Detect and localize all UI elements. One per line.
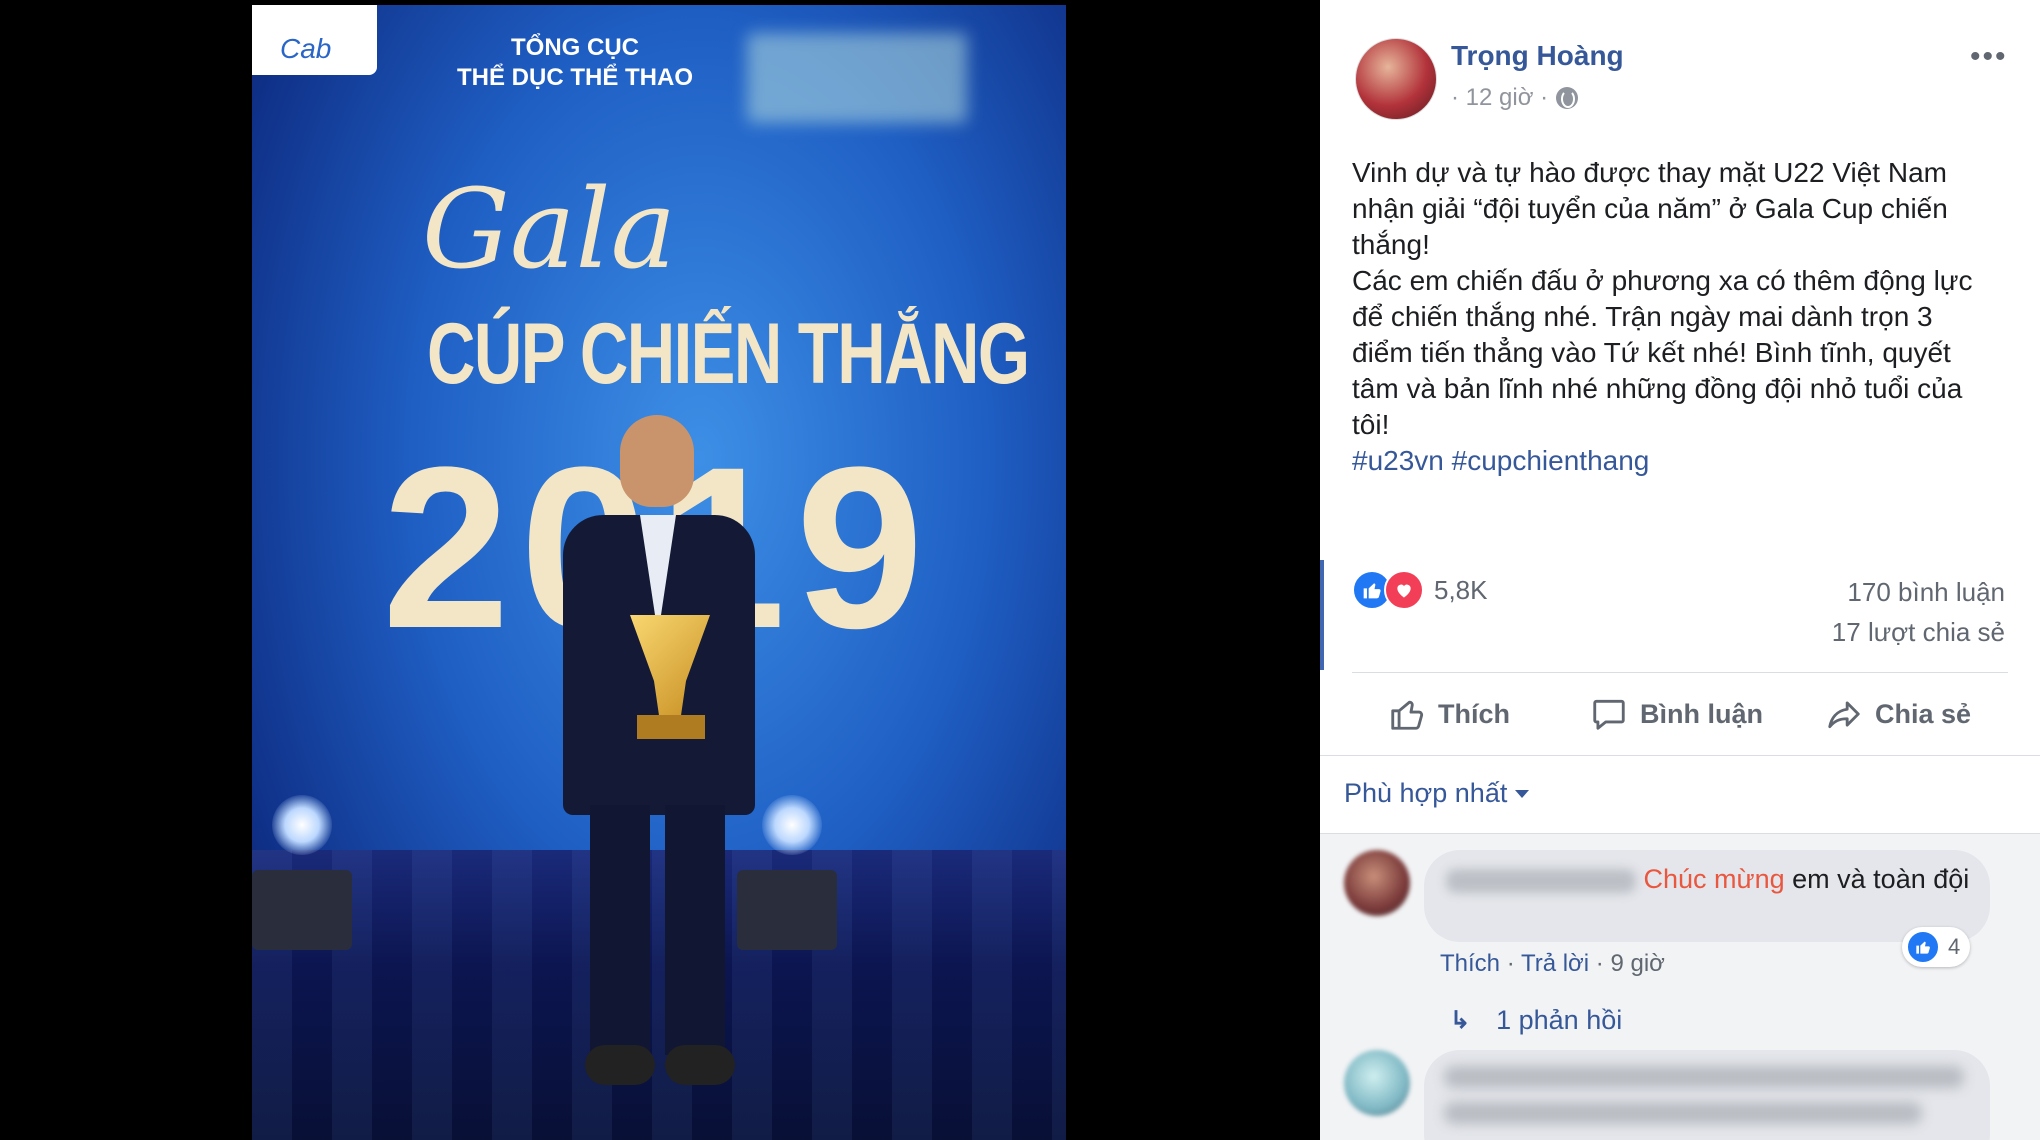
blurred-line xyxy=(1444,1066,1964,1088)
blurred-comment xyxy=(1444,1066,1964,1138)
stats-divider xyxy=(1352,672,2008,673)
author-name[interactable]: Trọng Hoàng xyxy=(1451,40,1624,72)
comment-bubble-2 xyxy=(1424,1050,1990,1140)
spotlight-left xyxy=(272,795,332,855)
post-body: Vinh dự và tự hào được thay mặt U22 Việt… xyxy=(1352,155,1992,479)
person-figure xyxy=(535,415,785,1105)
photo-org-text: TỔNG CỤC THỂ DỤC THỂ THAO xyxy=(457,34,693,91)
post-time[interactable]: · 12 giờ · xyxy=(1451,84,1548,112)
reply-arrow-icon: ↳ xyxy=(1450,1007,1471,1034)
comment-count[interactable]: 170 bình luận xyxy=(1847,577,2005,608)
like-label: Thích xyxy=(1438,698,1510,729)
comment-button[interactable]: Bình luận xyxy=(1590,695,1763,733)
person-head xyxy=(620,415,694,507)
actions-divider xyxy=(1320,755,2040,756)
post-body-text: Vinh dự và tự hào được thay mặt U22 Việt… xyxy=(1352,157,1973,440)
post-meta: · 12 giờ · xyxy=(1451,84,1579,112)
post-photo[interactable]: Cab TỔNG CỤC THỂ DỤC THỂ THAO Gala CÚP C… xyxy=(252,5,1066,1140)
blurred-logo xyxy=(747,33,967,123)
thumbs-up-icon xyxy=(1391,700,1424,730)
love-reaction-icon xyxy=(1384,570,1424,610)
commenter-avatar-2[interactable] xyxy=(1344,1050,1410,1116)
author-avatar[interactable] xyxy=(1355,38,1437,120)
comment-icon xyxy=(1593,699,1625,730)
comment-like-link[interactable]: Thích xyxy=(1440,950,1500,977)
photo-title-text: CÚP CHIẾN THẮNG xyxy=(427,306,1030,402)
commenter-avatar[interactable] xyxy=(1344,850,1410,916)
person-leg-left xyxy=(590,805,650,1055)
commenter-name-blurred[interactable] xyxy=(1446,868,1636,893)
comment-label: Bình luận xyxy=(1640,698,1763,729)
sort-label: Phù hợp nhất xyxy=(1344,778,1508,808)
stage-light-left xyxy=(252,870,352,950)
comment-reaction-badge[interactable]: 4 xyxy=(1902,927,1971,967)
comment-reply-link[interactable]: Trả lời xyxy=(1521,950,1589,977)
comment-time[interactable]: 9 giờ xyxy=(1610,950,1664,977)
share-label: Chia sẻ xyxy=(1875,698,1972,729)
person-shoe-right xyxy=(665,1045,735,1085)
person-shoe-left xyxy=(585,1045,655,1085)
like-reaction-icon xyxy=(1906,930,1940,964)
like-button[interactable]: Thích xyxy=(1388,695,1510,733)
comment-text: Chúc mừng em và toàn đội xyxy=(1446,863,1986,896)
reaction-summary[interactable]: 5,8K xyxy=(1352,570,1488,610)
comment-highlight: Chúc mừng xyxy=(1643,864,1785,894)
share-button[interactable]: Chia sẻ xyxy=(1825,695,1971,733)
person-leg-right xyxy=(665,805,725,1055)
comment-actions: Thích · Trả lời · 9 giờ xyxy=(1440,950,1665,977)
globe-icon[interactable] xyxy=(1556,87,1579,109)
more-options-icon[interactable]: ••• xyxy=(1970,40,2008,74)
sponsor-logo: Cab xyxy=(252,5,377,75)
reaction-count: 5,8K xyxy=(1434,574,1488,605)
comment-sort-dropdown[interactable]: Phù hợp nhất xyxy=(1344,778,1530,809)
comment-body: em và toàn đội xyxy=(1784,864,1970,894)
share-count[interactable]: 17 lượt chia sẻ xyxy=(1832,617,2005,648)
photo-viewer: Cab TỔNG CỤC THỂ DỤC THỂ THAO Gala CÚP C… xyxy=(0,0,1320,1140)
caret-down-icon xyxy=(1515,789,1530,798)
post-sidebar: Trọng Hoàng · 12 giờ · ••• Vinh dự và tự… xyxy=(1320,0,2040,1140)
view-replies-link[interactable]: ↳ 1 phản hồi xyxy=(1450,1005,1622,1036)
focus-indicator xyxy=(1320,560,1324,670)
post-hashtags[interactable]: #u23vn #cupchienthang xyxy=(1352,445,1649,476)
replies-count: 1 phản hồi xyxy=(1496,1005,1623,1035)
share-icon xyxy=(1828,701,1860,729)
blurred-line xyxy=(1444,1102,1923,1124)
photo-gala-text: Gala xyxy=(422,165,677,293)
comment-bubble: Chúc mừng em và toàn đội xyxy=(1424,850,1990,942)
trophy-base xyxy=(637,715,705,739)
comment-reaction-count: 4 xyxy=(1948,934,1961,959)
